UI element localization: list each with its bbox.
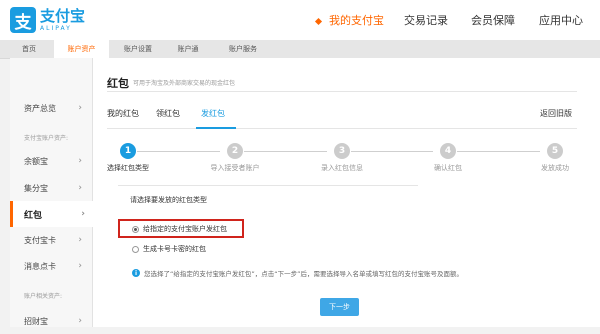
hint-message: i 您选择了“给指定的支付宝账户发红包”，点击“下一步”后，需要选择导入名单或填… bbox=[132, 268, 463, 278]
logo-name-cn: 支付宝 bbox=[40, 6, 86, 25]
chevron-right-icon: › bbox=[78, 183, 82, 193]
tab-my-red-packets[interactable]: 我的红包 bbox=[107, 108, 139, 119]
sidebar-category-label: 账户相关资产: bbox=[24, 293, 63, 300]
sidebar-item-zhaocaibao[interactable]: 招财宝 › bbox=[10, 308, 92, 334]
sidebar-item-label: 余额宝 bbox=[24, 156, 48, 166]
sidebar-item-label: 资产总览 bbox=[24, 103, 56, 113]
tab-send-red-packet[interactable]: 发红包 bbox=[201, 108, 225, 119]
logo-name-en: ALIPAY bbox=[40, 24, 72, 32]
step-connector bbox=[137, 151, 220, 152]
active-tab-indicator bbox=[196, 127, 236, 129]
subnav-assets[interactable]: 账户资产 bbox=[54, 40, 109, 58]
hint-text: 您选择了“给指定的支付宝账户发红包”，点击“下一步”后，需要选择导入名单或填写红… bbox=[144, 270, 463, 278]
logo-text: 支付宝 ALIPAY bbox=[40, 6, 86, 32]
alipay-logo-icon: 支 bbox=[10, 7, 36, 33]
sidebar-item-label: 招财宝 bbox=[24, 316, 48, 326]
diamond-icon bbox=[314, 17, 323, 25]
sidebar-category-label: 支付宝账户资产: bbox=[24, 135, 69, 142]
step-4-circle: 4 bbox=[440, 143, 456, 159]
step-5-circle: 5 bbox=[547, 143, 563, 159]
top-header: 支 支付宝 ALIPAY 我的支付宝 交易记录 会员保障 应用中心 bbox=[0, 0, 600, 40]
tab-receive-red-packet[interactable]: 领红包 bbox=[156, 108, 180, 119]
topnav-label: 我的支付宝 bbox=[329, 14, 384, 27]
main-panel: 红包 可用于淘宝及外部商家交易的现金红包 我的红包 领红包 发红包 返回旧版 1… bbox=[93, 58, 600, 327]
subnav-home[interactable]: 首页 bbox=[14, 40, 44, 58]
chevron-right-icon: › bbox=[81, 209, 85, 219]
sidebar-item-alipay-card[interactable]: 支付宝卡 › bbox=[10, 227, 92, 253]
chevron-right-icon: › bbox=[78, 235, 82, 245]
alipay-logo[interactable]: 支 支付宝 ALIPAY bbox=[10, 6, 85, 34]
radio-unchecked-icon[interactable] bbox=[132, 245, 139, 253]
subnav-settings[interactable]: 账户设置 bbox=[118, 40, 158, 58]
option-card-code[interactable]: 生成卡号卡密的红包 bbox=[132, 244, 206, 254]
topnav-transactions[interactable]: 交易记录 bbox=[404, 12, 448, 28]
topnav-member-protection[interactable]: 会员保障 bbox=[471, 12, 515, 28]
radio-checked-icon[interactable] bbox=[132, 225, 139, 233]
sidebar-item-label: 集分宝 bbox=[24, 183, 48, 193]
option-label: 生成卡号卡密的红包 bbox=[143, 245, 206, 253]
chevron-right-icon: › bbox=[78, 261, 82, 271]
topnav-my-alipay[interactable]: 我的支付宝 bbox=[314, 12, 384, 28]
sidebar-item-label: 支付宝卡 bbox=[24, 235, 56, 245]
step-connector bbox=[244, 151, 327, 152]
sidebar-item-label: 消息点卡 bbox=[24, 261, 56, 271]
tabs-divider bbox=[107, 128, 577, 129]
sidebar-item-point-card[interactable]: 消息点卡 › bbox=[10, 253, 92, 279]
step-4-label: 确认红包 bbox=[434, 164, 462, 172]
back-to-old-version-link[interactable]: 返回旧版 bbox=[540, 108, 572, 119]
subnav-services[interactable]: 账户服务 bbox=[222, 40, 264, 58]
sidebar-item-overview[interactable]: 资产总览 › bbox=[10, 95, 92, 121]
sidebar-item-red-packet[interactable]: 红包 › bbox=[10, 201, 95, 227]
page-title: 红包 bbox=[107, 77, 129, 90]
page-subtitle: 可用于淘宝及外部商家交易的现金红包 bbox=[133, 80, 236, 87]
sub-nav: 首页 账户资产 账户设置 账户通 账户服务 bbox=[0, 40, 600, 59]
option-specified-account[interactable]: 给指定的支付宝账户发红包 bbox=[132, 224, 227, 234]
step-1-circle: 1 bbox=[120, 143, 136, 159]
step-connector bbox=[351, 151, 433, 152]
sidebar-item-yuebao[interactable]: 余额宝 › bbox=[10, 148, 92, 174]
step-3-label: 录入红包信息 bbox=[321, 164, 363, 172]
option-label: 给指定的支付宝账户发红包 bbox=[143, 225, 227, 233]
step-3-circle: 3 bbox=[334, 143, 350, 159]
step-2-label: 导入接受者账户 bbox=[210, 164, 260, 172]
info-icon: i bbox=[132, 269, 140, 277]
sidebar-item-jifenbao[interactable]: 集分宝 › bbox=[10, 175, 92, 201]
sidebar: 资产总览 › 支付宝账户资产: 余额宝 › 集分宝 › 红包 › 支付宝卡 › 消息点卡 ›… bbox=[10, 58, 95, 327]
subnav-account-pass[interactable]: 账户通 bbox=[170, 40, 206, 58]
step-1-label: 选择红包类型 bbox=[107, 164, 149, 172]
chevron-right-icon: › bbox=[78, 156, 82, 166]
chevron-right-icon: › bbox=[78, 316, 82, 326]
next-step-button[interactable]: 下一步 bbox=[320, 298, 359, 316]
chevron-right-icon: › bbox=[78, 103, 82, 113]
topnav-app-center[interactable]: 应用中心 bbox=[539, 12, 583, 28]
question-label: 请选择要发放的红包类型 bbox=[130, 196, 207, 204]
sidebar-item-label: 红包 bbox=[24, 210, 43, 221]
step-connector bbox=[457, 151, 540, 152]
step-2-circle: 2 bbox=[227, 143, 243, 159]
step-5-label: 发放成功 bbox=[541, 164, 569, 172]
divider bbox=[107, 91, 577, 92]
question-divider bbox=[118, 185, 418, 186]
